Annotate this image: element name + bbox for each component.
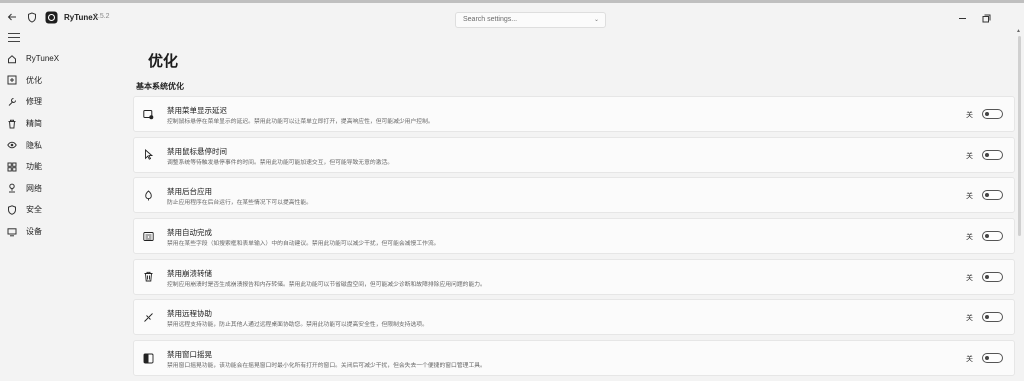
- minimize-button[interactable]: [954, 11, 970, 25]
- section-title: 基本系统优化: [136, 82, 184, 91]
- title-bar: RyTuneX 1.5.2 Search settings... ⌄: [0, 3, 1024, 31]
- scrollbar[interactable]: [1018, 36, 1021, 236]
- sidebar-item-network[interactable]: 网络: [0, 178, 120, 200]
- trash-icon: [6, 118, 18, 130]
- wrench-icon: [6, 96, 18, 108]
- toggle-switch[interactable]: [982, 353, 1003, 364]
- trash-icon: [142, 271, 154, 283]
- setting-description: 禁用窗口摇晃功能，该功能会在摇晃窗口时最小化所有打开的窗口。关闭后可减少干扰，但…: [167, 363, 486, 370]
- sidebar-item-features[interactable]: 功能: [0, 156, 120, 178]
- app-version: 1.5.2: [94, 13, 110, 20]
- toggle-switch[interactable]: [982, 231, 1003, 242]
- leaf-icon: [142, 189, 154, 201]
- eye-icon: [6, 139, 18, 151]
- setting-card-menu-delay: 禁用菜单显示延迟 控制鼠标悬停在菜单显示的延迟。禁用此功能可以让菜单立即打开，提…: [133, 96, 1015, 132]
- toggle-state-label: 关: [966, 234, 973, 242]
- sidebar-item-home[interactable]: RyTuneX: [0, 48, 120, 70]
- setting-title: 禁用自动完成: [167, 228, 212, 238]
- sidebar-item-label: RyTuneX: [26, 54, 60, 64]
- sidebar-item-security[interactable]: 安全: [0, 199, 120, 221]
- toggle-state-label: 关: [966, 193, 973, 201]
- setting-description: 控制应用崩溃时是否生成崩溃报告和内存转储。禁用此功能可以节省磁盘空间，但可能减少…: [167, 281, 486, 288]
- toggle-switch[interactable]: [982, 109, 1003, 119]
- setting-card-autocomplete: 禁用自动完成 禁用在某些字段（如搜索框和表单输入）中的自动建议。禁用此功能可以减…: [133, 218, 1015, 255]
- sidebar-item-privacy[interactable]: 隐私: [0, 134, 120, 156]
- sidebar-item-devices[interactable]: 设备: [0, 221, 120, 243]
- app-logo-icon: [43, 9, 59, 25]
- toggle-state-label: 关: [966, 315, 973, 323]
- sidebar-item-label: 安全: [26, 205, 42, 215]
- toggle-switch[interactable]: [982, 312, 1003, 323]
- setting-title: 禁用后台应用: [167, 187, 212, 197]
- remote-icon: [142, 311, 154, 323]
- window-shake-icon: [142, 352, 154, 364]
- cursor-icon: [142, 149, 154, 161]
- setting-description: 禁用在某些字段（如搜索框和表单输入）中的自动建议。禁用此功能可以减少干扰，但可能…: [167, 241, 440, 248]
- restore-button[interactable]: [978, 11, 994, 25]
- search-placeholder: Search settings...: [463, 16, 518, 23]
- setting-title: 禁用远程协助: [167, 309, 212, 319]
- toggle-switch[interactable]: [982, 149, 1003, 160]
- setting-title: 禁用鼠标悬停时间: [167, 146, 227, 156]
- sidebar-item-label: 网络: [26, 183, 42, 193]
- setting-description: 调整系统等待触发悬停事件的时间。禁用此功能可能加速交互，但可能导致无意的激活。: [167, 159, 394, 166]
- toggle-state-label: 关: [966, 274, 973, 282]
- sidebar-item-optimize[interactable]: 优化: [0, 70, 120, 92]
- sidebar-item-repair[interactable]: 修理: [0, 91, 120, 113]
- hamburger-menu-icon[interactable]: [8, 33, 20, 43]
- toggle-state-label: 关: [966, 356, 973, 364]
- setting-description: 控制鼠标悬停在菜单显示的延迟。禁用此功能可以让菜单立即打开，提高响应性，但可能减…: [167, 119, 434, 125]
- sidebar-item-label: 修理: [26, 97, 42, 107]
- close-button[interactable]: [1002, 11, 1018, 25]
- sidebar-item-label: 隐私: [26, 140, 42, 150]
- shield-icon: [6, 204, 18, 216]
- menu-delay-icon: [142, 108, 154, 120]
- sidebar-item-label: 优化: [26, 75, 42, 85]
- app-name: RyTuneX: [64, 13, 99, 22]
- autocomplete-icon: [142, 230, 154, 242]
- optimize-icon: [6, 74, 18, 86]
- toggle-switch[interactable]: [982, 190, 1003, 201]
- setting-title: 禁用窗口摇晃: [167, 350, 212, 360]
- sidebar-item-label: 功能: [26, 162, 42, 172]
- setting-card-background-apps: 禁用后台应用 防止应用程序在后台运行，在某些情况下可以提高性能。 关: [133, 177, 1015, 214]
- settings-list: 禁用菜单显示延迟 控制鼠标悬停在菜单显示的延迟。禁用此功能可以让菜单立即打开，提…: [133, 96, 1015, 381]
- sidebar: RyTuneX 优化 修理 精简 隐私 功能 网络 安全 设备: [0, 48, 120, 242]
- toggle-switch[interactable]: [982, 271, 1003, 282]
- shield-icon: [24, 9, 40, 25]
- setting-title: 禁用崩溃转储: [167, 268, 212, 278]
- setting-description: 防止应用程序在后台运行，在某些情况下可以提高性能。: [167, 200, 312, 207]
- page-title: 优化: [148, 53, 179, 70]
- monitor-icon: [6, 226, 18, 238]
- setting-card-remote-assistance: 禁用远程协助 禁用远程支持功能，防止其他人通过远程桌面协助您。禁用此功能可以提高…: [133, 299, 1015, 336]
- grid-icon: [6, 161, 18, 173]
- toggle-state-label: 关: [966, 112, 973, 119]
- sidebar-item-debloat[interactable]: 精简: [0, 113, 120, 135]
- setting-title: 禁用菜单显示延迟: [167, 106, 227, 115]
- network-icon: [6, 182, 18, 194]
- chevron-down-icon: ⌄: [593, 17, 599, 23]
- back-arrow-icon[interactable]: [4, 9, 20, 25]
- sidebar-item-label: 设备: [26, 227, 42, 237]
- setting-card-window-shake: 禁用窗口摇晃 禁用窗口摇晃功能，该功能会在摇晃窗口时最小化所有打开的窗口。关闭后…: [133, 340, 1015, 377]
- scroll-up-arrow-icon[interactable]: ▲: [1016, 28, 1021, 34]
- sidebar-item-label: 精简: [26, 119, 42, 129]
- setting-description: 禁用远程支持功能，防止其他人通过远程桌面协助您。禁用此功能可以提高安全性，但限制…: [167, 322, 428, 329]
- search-input[interactable]: Search settings... ⌄: [455, 12, 606, 28]
- toggle-state-label: 关: [966, 152, 973, 160]
- setting-card-crash-dump: 禁用崩溃转储 控制应用崩溃时是否生成崩溃报告和内存转储。禁用此功能可以节省磁盘空…: [133, 258, 1015, 295]
- home-icon: [6, 53, 18, 65]
- setting-card-hover-time: 禁用鼠标悬停时间 调整系统等待触发悬停事件的时间。禁用此功能可能加速交互，但可能…: [133, 136, 1015, 173]
